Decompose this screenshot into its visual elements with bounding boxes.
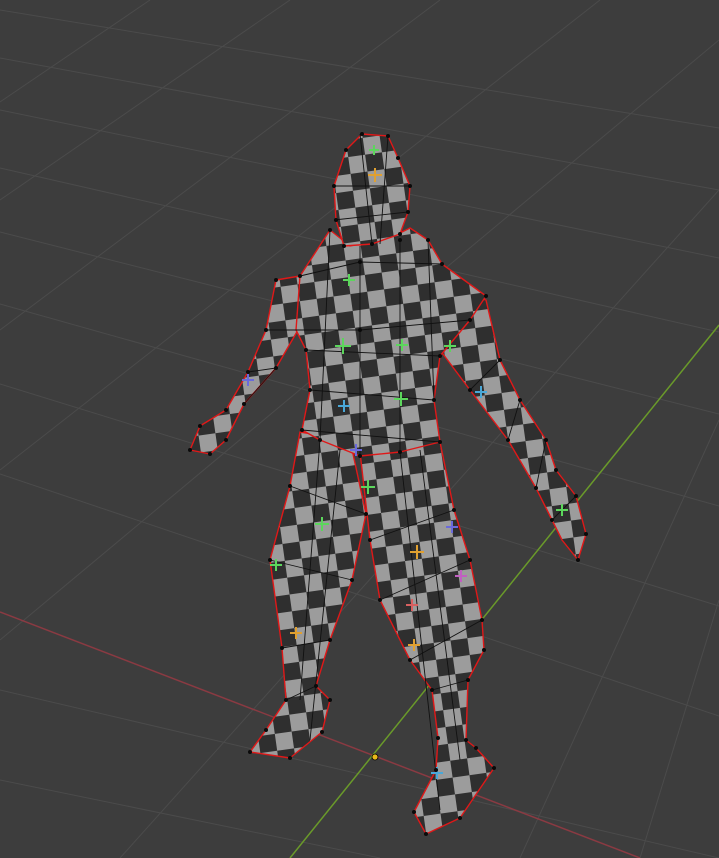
mesh-right-arm [189,275,301,455]
world-origin-dot[interactable] [371,753,379,761]
3d-viewport[interactable] [0,0,719,858]
viewport-canvas[interactable] [0,0,719,858]
character-mesh[interactable] [188,132,588,836]
